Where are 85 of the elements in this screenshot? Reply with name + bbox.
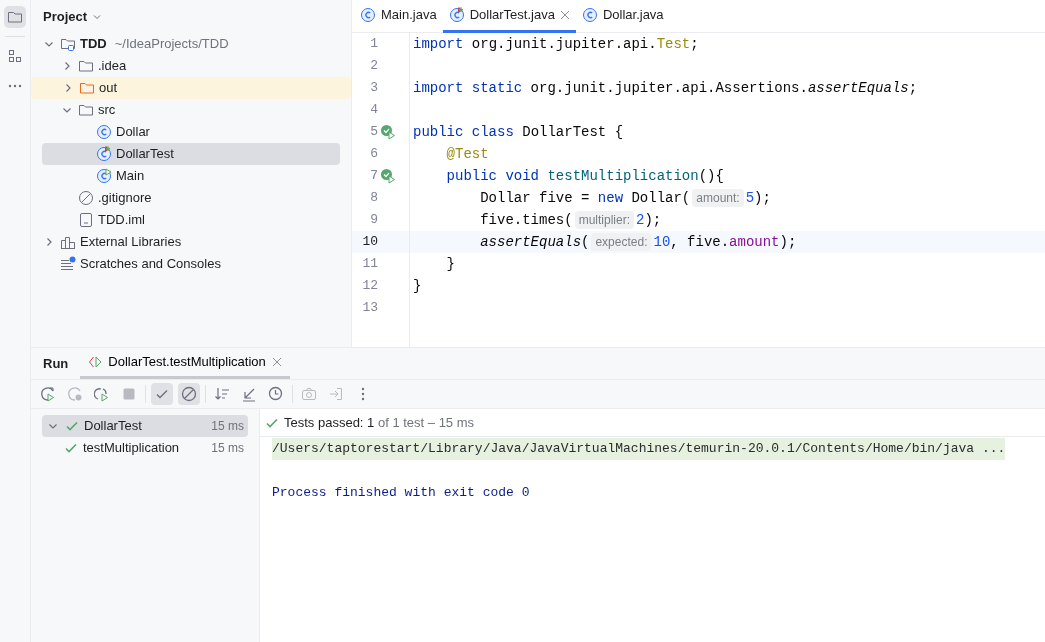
tree-item[interactable]: Scratches and Consoles: [42, 253, 340, 275]
code-text: }: [413, 276, 422, 296]
code-text: five.times(: [479, 210, 573, 230]
scratches-icon: [60, 256, 76, 272]
parameter-hint: expected:: [591, 233, 652, 251]
test-run-icon: [88, 355, 103, 369]
code-text: 10, five.amount);: [653, 232, 797, 252]
structure-icon: [8, 49, 22, 63]
tree-item[interactable]: Main: [42, 165, 340, 187]
code-text: @Test: [445, 144, 489, 164]
camera-icon: [301, 386, 317, 402]
library-icon: [60, 234, 76, 250]
code-text: 5);: [745, 188, 771, 208]
panel-title: Run: [43, 354, 69, 373]
close-icon: [271, 357, 282, 367]
line-number: 6: [369, 145, 378, 164]
test-summary: Tests passed: 1 of 1 test – 15 ms: [284, 413, 475, 432]
line-number: 1: [369, 35, 378, 54]
folder-icon: [60, 36, 76, 52]
line-number: 9: [369, 211, 378, 230]
project-tool-button[interactable]: [4, 6, 26, 28]
more-icon: [8, 84, 22, 88]
line-number: 3: [369, 79, 378, 98]
panel-title[interactable]: Project: [43, 6, 88, 27]
test-tree-item[interactable]: testMultiplication 15 ms: [42, 437, 248, 459]
line-number: 4: [369, 101, 378, 120]
run-test-icon[interactable]: [380, 124, 396, 140]
class-icon: [360, 7, 376, 23]
ignored-icon: [181, 386, 197, 402]
folder-icon: [79, 80, 95, 96]
auto-rerun-icon: [94, 386, 110, 402]
line-number: 12: [362, 277, 378, 296]
rerun-failed-icon: [67, 386, 83, 402]
line-number: 11: [362, 255, 378, 274]
tree-item[interactable]: DollarTest: [42, 143, 340, 165]
code-text: Dollar five = new Dollar(: [479, 188, 691, 208]
tree-item[interactable]: TDD ~/IdeaProjects/TDD: [42, 33, 340, 55]
run-test-icon[interactable]: [380, 168, 396, 184]
parameter-hint: amount:: [692, 189, 744, 207]
collapse-icon: [241, 386, 257, 402]
line-number: 7: [369, 167, 378, 186]
test-class-icon: [448, 7, 465, 23]
folder-icon: [7, 9, 23, 25]
sort-icon: [214, 386, 230, 402]
editor-tab[interactable]: Dollar.java: [575, 0, 670, 33]
test-class-icon: [96, 146, 112, 162]
class-icon: [96, 124, 112, 140]
folder-icon: [78, 102, 94, 118]
line-number: 13: [362, 299, 378, 318]
tree-item[interactable]: src: [42, 99, 340, 121]
class-icon: [581, 7, 598, 23]
test-tree-item[interactable]: DollarTest 15 ms: [42, 415, 248, 437]
clock-icon: [268, 386, 284, 402]
import-icon: [328, 386, 344, 402]
console-command: /Users/taptorestart/Library/Java/JavaVirtualMachines/temurin-20.0.1/Contents/Home/bin/java ...: [272, 438, 1006, 460]
rerun-icon: [40, 386, 56, 402]
code-text: 2);: [636, 210, 662, 230]
stop-icon: [121, 386, 137, 402]
parameter-hint: multiplier:: [574, 211, 634, 229]
code-text: assertEquals(: [479, 232, 590, 252]
tree-item[interactable]: .idea: [42, 55, 340, 77]
checkmark-button[interactable]: [151, 383, 173, 405]
code-text: }: [445, 254, 455, 274]
tree-item[interactable]: External Libraries: [42, 231, 340, 253]
line-number: 2: [369, 57, 378, 76]
tree-item[interactable]: TDD.iml: [42, 209, 340, 231]
code-text: public void testMultiplication(){: [445, 166, 724, 186]
editor-tab[interactable]: Main.java: [354, 0, 443, 33]
runnable-class-icon: [96, 168, 112, 184]
console-output: Process finished with exit code 0: [272, 484, 530, 502]
tree-item[interactable]: out: [31, 77, 351, 99]
line-number: 10: [362, 233, 378, 252]
ignored-button[interactable]: [178, 383, 200, 405]
tree-item[interactable]: Dollar: [42, 121, 340, 143]
code-text: public class DollarTest {: [413, 122, 624, 142]
file-icon: [78, 212, 94, 228]
line-number: 8: [369, 189, 378, 208]
line-number: 5: [369, 123, 378, 142]
tree-item[interactable]: .gitignore: [42, 187, 340, 209]
ignore-file-icon: [78, 190, 94, 206]
code-text: import org.junit.jupiter.api.Test;: [413, 34, 699, 54]
close-icon: [559, 10, 570, 20]
folder-icon: [78, 58, 94, 74]
editor-tab[interactable]: DollarTest.java: [442, 0, 576, 33]
code-text: import static org.junit.jupiter.api.Assertions.assertEquals;: [413, 78, 918, 98]
